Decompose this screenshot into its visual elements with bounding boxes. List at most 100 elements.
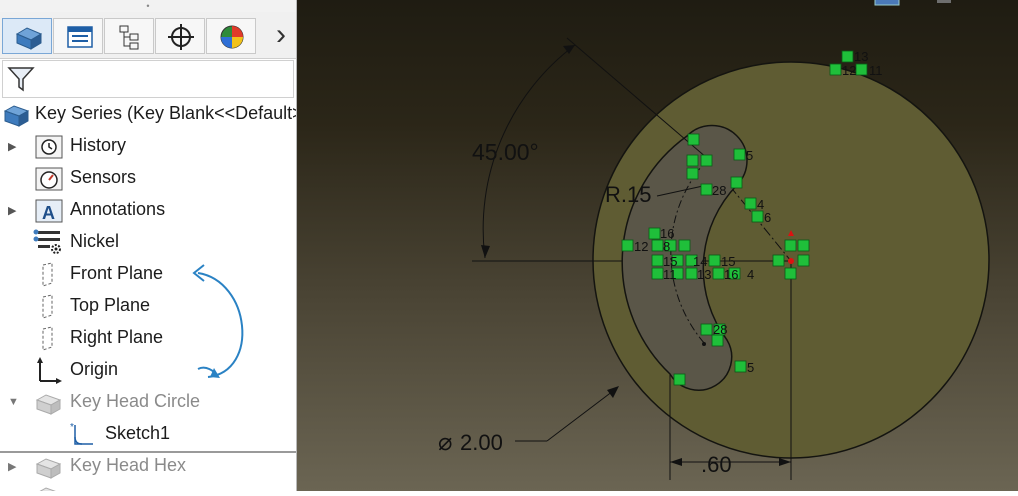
tree-item-label: Top Plane: [70, 295, 151, 315]
tree-item-sketch1[interactable]: * Sketch1: [0, 419, 296, 451]
relation-glyph-icon[interactable]: [687, 133, 700, 146]
tree-item-annotations[interactable]: ▶ A Annotations: [0, 195, 296, 227]
relation-glyph-icon[interactable]: [744, 197, 757, 210]
relation-glyph-icon[interactable]: [855, 63, 868, 76]
relation-label: 16: [724, 267, 738, 282]
relation-glyph-icon[interactable]: [700, 183, 713, 196]
annotations-icon: A: [35, 199, 63, 223]
relation-label: 12: [634, 239, 648, 254]
arrowhead-icon: [481, 245, 490, 258]
relation-glyph-icon[interactable]: [772, 254, 785, 267]
relation-glyph-icon[interactable]: [797, 239, 810, 252]
tree-item-sensors[interactable]: Sensors: [0, 163, 296, 195]
relation-glyph-icon[interactable]: [621, 239, 634, 252]
material-icon: [33, 229, 61, 254]
origin-point[interactable]: [788, 258, 794, 264]
relation-glyph-icon[interactable]: [712, 267, 725, 280]
arrowhead-icon: [607, 386, 619, 398]
relation-label: 11: [869, 63, 883, 78]
sketch-point[interactable]: [702, 342, 706, 346]
part-root-item[interactable]: Key Series (Key Blank<<Default>: [0, 99, 296, 131]
part-title: Key Series (Key Blank<<Default>: [35, 103, 297, 123]
relation-label: 28: [712, 183, 726, 198]
relation-glyph-icon[interactable]: [751, 210, 764, 223]
heads-up-toolbar-fragment[interactable]: [874, 0, 900, 6]
sketch-canvas[interactable]: 45.00° R.15 ⌀ 2.00 .60 13 12 11 5 28 4 6…: [297, 0, 1018, 491]
sensor-gauge-icon: [35, 167, 63, 191]
tree-item-label: Nickel: [70, 231, 120, 251]
plane-icon: [42, 262, 53, 287]
tree-item-history[interactable]: ▶ History: [0, 131, 296, 163]
relation-glyph-icon[interactable]: [829, 63, 842, 76]
relation-glyph-icon[interactable]: [784, 267, 797, 280]
relation-glyph-icon[interactable]: [708, 254, 721, 267]
expand-arrow-icon[interactable]: ▶: [8, 204, 16, 217]
tree-item-partial: [0, 483, 296, 491]
tree-item-label: Annotations: [70, 199, 166, 219]
tree-item-label: History: [70, 135, 127, 155]
relation-glyph-icon[interactable]: [797, 254, 810, 267]
tree-item-material[interactable]: Nickel: [0, 227, 296, 259]
relation-glyph-icon[interactable]: [734, 360, 747, 373]
filter-icon: [7, 67, 35, 92]
sketch-icon: *: [70, 422, 93, 445]
crosshair-icon: [168, 24, 194, 50]
relation-glyph-icon[interactable]: [700, 323, 713, 336]
relation-glyph-icon[interactable]: [700, 154, 713, 167]
tree-item-key-head-hex[interactable]: ▶ Key Head Hex: [0, 451, 296, 483]
relation-label: 6: [764, 210, 771, 225]
relation-glyph-icon[interactable]: [678, 239, 691, 252]
part-icon: [4, 105, 30, 127]
relation-glyph-icon[interactable]: [651, 254, 664, 267]
relation-label: 13: [854, 49, 868, 64]
heads-up-toolbar-fragment[interactable]: [937, 0, 951, 3]
relation-glyph-icon[interactable]: [685, 267, 698, 280]
expand-arrow-icon[interactable]: ▶: [8, 460, 16, 473]
relation-label: 8: [663, 239, 670, 254]
diameter-leader: [546, 387, 618, 442]
relation-label: 13: [697, 267, 711, 282]
display-manager-tab[interactable]: [206, 18, 256, 54]
extrude-feature-icon: [35, 458, 62, 479]
relation-glyph-icon[interactable]: [686, 167, 699, 180]
reorder-arrow-annotation: [192, 264, 244, 378]
relation-glyph-icon[interactable]: [733, 148, 746, 161]
tree-item-label: Origin: [70, 359, 119, 379]
extrude-feature-icon: [35, 394, 62, 415]
relation-glyph-icon[interactable]: [673, 373, 686, 386]
angle-dimension[interactable]: 45.00°: [472, 139, 539, 165]
offset-dimension[interactable]: .60: [701, 452, 732, 477]
manager-tabs: ›: [0, 12, 296, 59]
feature-manager-panel: • › Key Series (Key Blank<<Default> ▶ Hi…: [0, 0, 297, 491]
extrude-feature-icon: [39, 487, 56, 491]
relation-label: 4: [747, 267, 754, 282]
tree-item-label: Sensors: [70, 167, 137, 187]
relation-glyph-icon[interactable]: [648, 227, 661, 240]
relation-glyph-icon[interactable]: [651, 267, 664, 280]
filter-field[interactable]: [2, 60, 294, 98]
property-manager-icon: [67, 26, 93, 48]
relation-glyph-icon[interactable]: [841, 50, 854, 63]
origin-icon: [37, 357, 62, 384]
relation-glyph-icon[interactable]: [651, 239, 664, 252]
relation-label: 5: [746, 148, 753, 163]
relation-label: 12: [842, 63, 856, 78]
diameter-dimension[interactable]: 2.00: [460, 430, 503, 455]
plane-icon: [42, 326, 53, 351]
configuration-tree-icon: [119, 25, 139, 50]
more-tabs-arrow[interactable]: ›: [268, 18, 294, 54]
configuration-manager-tab[interactable]: [104, 18, 154, 54]
dimxpert-tab[interactable]: [155, 18, 205, 54]
diameter-symbol: ⌀: [438, 429, 452, 456]
relation-glyph-icon[interactable]: [686, 154, 699, 167]
appearance-ball-icon: [220, 25, 244, 49]
relation-label: 28: [713, 322, 727, 337]
graphics-area[interactable]: 45.00° R.15 ⌀ 2.00 .60 13 12 11 5 28 4 6…: [297, 0, 1018, 491]
property-manager-tab[interactable]: [53, 18, 103, 54]
radius-dimension[interactable]: R.15: [605, 182, 651, 207]
expand-arrow-icon[interactable]: ▶: [8, 140, 16, 153]
relation-glyph-icon[interactable]: [730, 176, 743, 189]
feature-tree-tab[interactable]: [2, 18, 52, 54]
relation-glyph-icon[interactable]: [784, 239, 797, 252]
collapse-arrow-icon[interactable]: ▼: [8, 396, 19, 408]
